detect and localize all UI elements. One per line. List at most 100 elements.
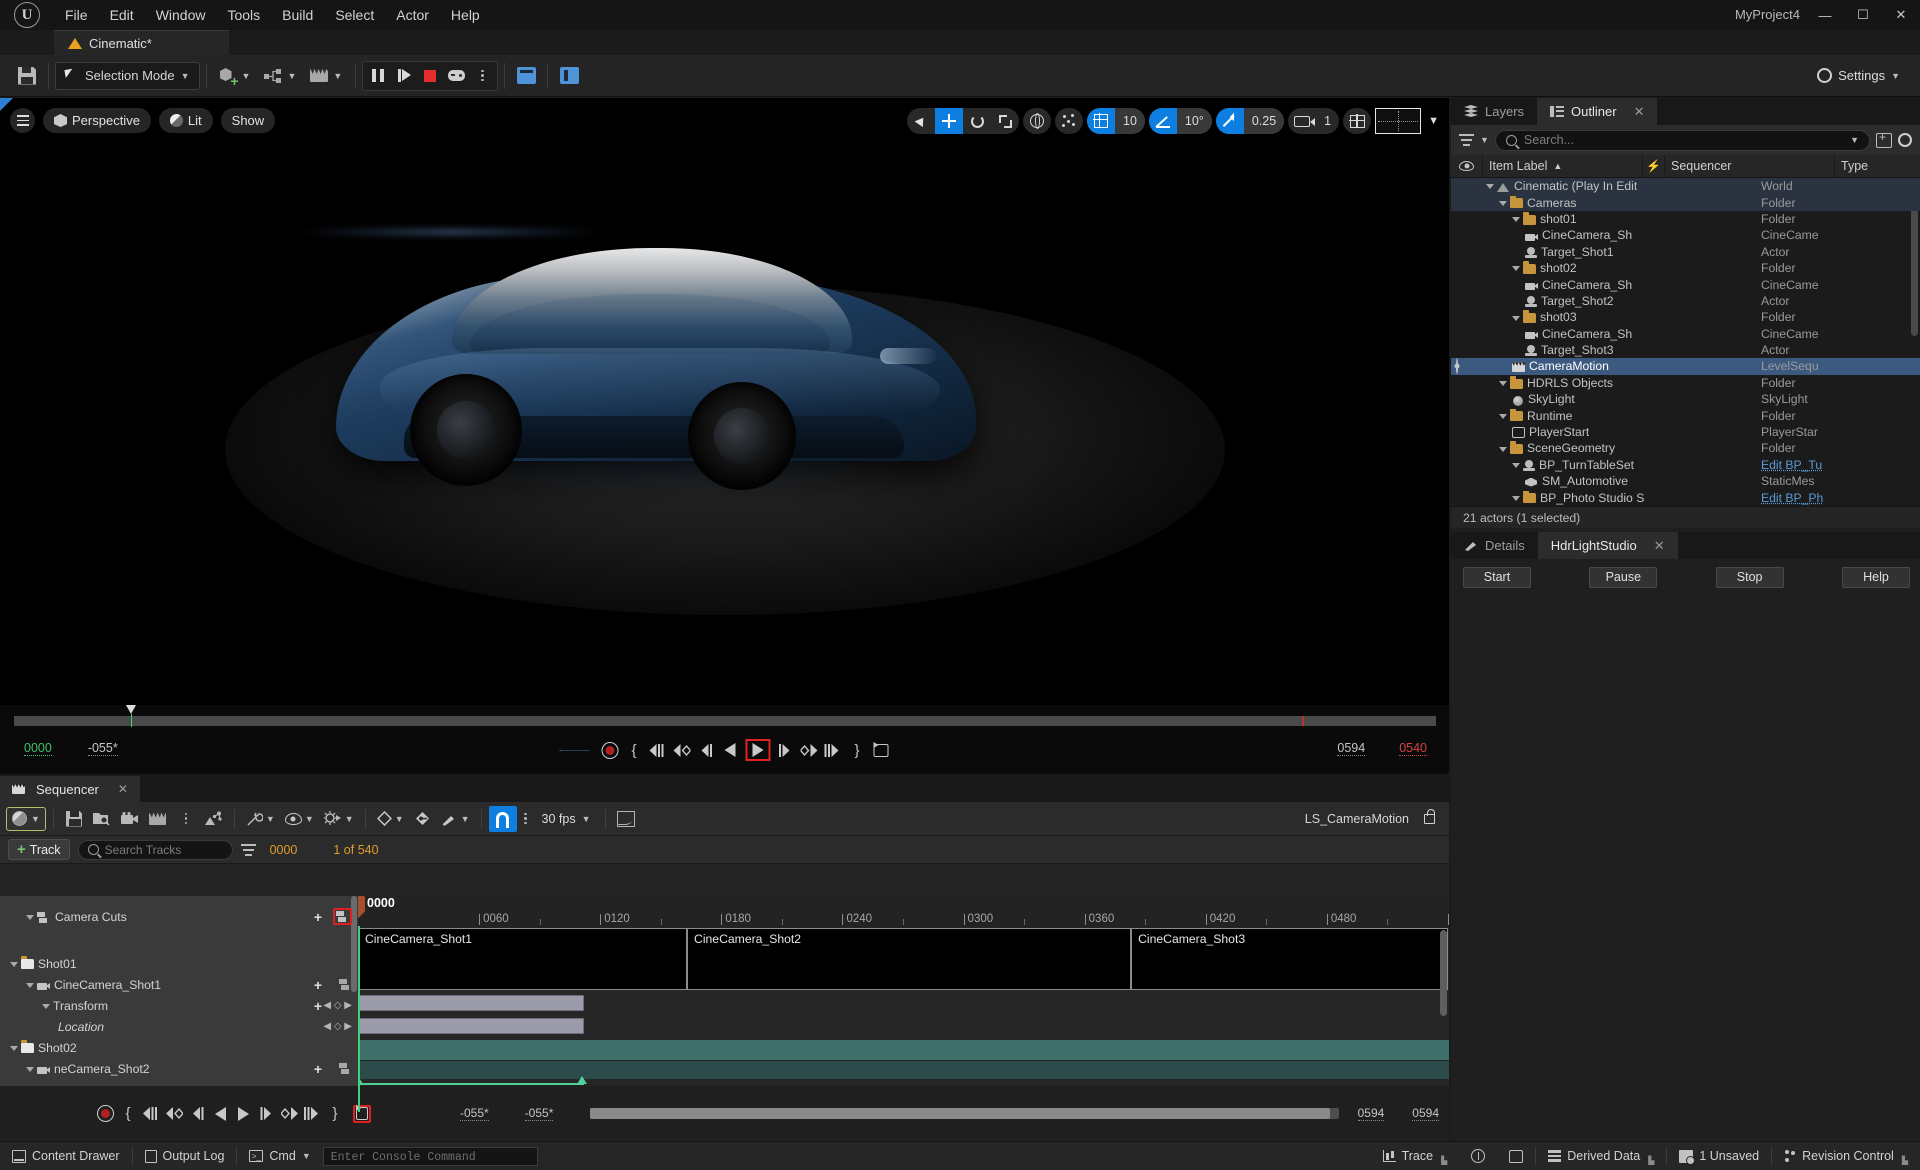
viewport-playhead[interactable]: [126, 705, 137, 727]
outliner-row[interactable]: Target_Shot3 Actor: [1451, 342, 1920, 358]
timeline-scrollbar[interactable]: [1440, 930, 1447, 1016]
camera-cut-section[interactable]: CineCamera_Shot3: [1131, 928, 1448, 990]
outliner-row[interactable]: SceneGeometry Folder: [1451, 440, 1920, 456]
sequencer-more-button[interactable]: [173, 806, 199, 832]
sequencer-save-button[interactable]: [61, 806, 87, 832]
performance-button[interactable]: [1459, 1142, 1497, 1170]
sequencer-timeline[interactable]: 060006001200180024003000360042004800540 …: [358, 896, 1449, 1112]
scale-snap-toggle[interactable]: [1215, 108, 1244, 134]
tab-outliner[interactable]: Outliner ✕: [1537, 98, 1658, 125]
content-drawer-button[interactable]: Content Drawer: [0, 1142, 132, 1170]
outliner-row[interactable]: SM_Automotive StaticMes: [1451, 473, 1920, 489]
start-button[interactable]: Start: [1463, 566, 1531, 588]
loop-button[interactable]: [872, 741, 890, 759]
previous-key-button[interactable]: [165, 1105, 183, 1123]
playback-options-button[interactable]: ▼: [320, 806, 358, 832]
chevron-down-icon[interactable]: ▼: [1850, 135, 1859, 145]
level-tab[interactable]: Cinematic*: [54, 30, 229, 55]
keyframe-marker[interactable]: [577, 1076, 587, 1084]
viewport-show-button[interactable]: Show: [220, 108, 276, 133]
jump-to-end-button[interactable]: }: [848, 741, 866, 759]
column-sequencer[interactable]: Sequencer: [1665, 154, 1835, 178]
viewport-end-frame[interactable]: 0594: [1337, 741, 1366, 756]
previous-frame-button[interactable]: [188, 1105, 206, 1123]
add-key-button[interactable]: +: [314, 909, 322, 925]
jump-to-start-button[interactable]: {: [119, 1105, 137, 1123]
outliner-row[interactable]: shot03 Folder: [1451, 309, 1920, 325]
unreal-engine-logo[interactable]: U: [0, 0, 54, 30]
next-section-button[interactable]: [824, 741, 842, 759]
menu-edit[interactable]: Edit: [99, 0, 145, 30]
level-viewport[interactable]: Perspective Lit Show 10 10° 0.25 1 ▼: [0, 98, 1449, 774]
pause-button[interactable]: [365, 63, 391, 89]
bolt-icon[interactable]: ⚡: [1646, 159, 1661, 173]
outliner-row[interactable]: Cinematic (Play In Edit World: [1451, 178, 1920, 195]
frame-advance-button[interactable]: [391, 63, 417, 89]
track-key-nav[interactable]: [339, 1063, 352, 1074]
close-button[interactable]: ✕: [1882, 0, 1920, 30]
create-camera-button[interactable]: [117, 806, 143, 832]
grid-snap-value[interactable]: 10: [1115, 108, 1145, 134]
outliner-row[interactable]: CameraMotion LevelSequ: [1451, 358, 1920, 375]
menu-help[interactable]: Help: [440, 0, 491, 30]
chevron-down-icon[interactable]: [10, 961, 18, 967]
chevron-down-icon[interactable]: [1512, 217, 1520, 223]
filter-icon[interactable]: [1459, 134, 1474, 146]
menu-tools[interactable]: Tools: [216, 0, 271, 30]
chevron-down-icon[interactable]: [1512, 495, 1520, 501]
screenshot-button[interactable]: [1497, 1142, 1535, 1170]
add-actor-button[interactable]: ▼: [213, 61, 258, 91]
outliner-row[interactable]: Cameras Folder: [1451, 194, 1920, 211]
tab-hdrlightstudio[interactable]: HdrLightStudio ✕: [1537, 532, 1678, 559]
maximize-button[interactable]: ☐: [1844, 0, 1882, 30]
minimize-button[interactable]: —: [1806, 0, 1844, 30]
add-key-button[interactable]: +: [314, 977, 322, 993]
chevron-down-icon[interactable]: [1499, 446, 1507, 452]
revision-control-button[interactable]: Revision Control ▙: [1772, 1142, 1920, 1170]
outliner-row[interactable]: BP_Photo Studio S Edit BP_Ph: [1451, 489, 1920, 505]
sequencer-playhead[interactable]: 0000: [358, 896, 395, 926]
close-icon[interactable]: ✕: [1634, 104, 1645, 120]
sequencer-track-area[interactable]: CineCamera_Shot1 CineCamera_Shot2 CineCame…: [358, 928, 1449, 1112]
menu-window[interactable]: Window: [145, 0, 217, 30]
chevron-down-icon[interactable]: [26, 982, 34, 988]
play-button[interactable]: [234, 1105, 252, 1123]
viewport-menu-button[interactable]: [10, 108, 35, 133]
chevron-down-icon[interactable]: ▼: [1428, 115, 1439, 127]
stop-button[interactable]: Stop: [1715, 566, 1784, 588]
sequencer-view-end[interactable]: 0594: [1357, 1106, 1385, 1121]
previous-section-button[interactable]: [142, 1105, 160, 1123]
chevron-down-icon[interactable]: [1512, 315, 1520, 321]
outliner-row[interactable]: PlayerStart PlayerStar: [1451, 424, 1920, 440]
sequencer-range-end[interactable]: 0594: [1412, 1106, 1439, 1121]
next-frame-button[interactable]: [257, 1105, 275, 1123]
search-tracks-input[interactable]: Search Tracks: [77, 839, 233, 860]
tab-details[interactable]: Details: [1451, 532, 1538, 559]
jump-to-start-button[interactable]: {: [625, 741, 643, 759]
snap-options-button[interactable]: [519, 806, 533, 832]
chevron-down-icon[interactable]: [1512, 266, 1520, 272]
sequencer-track-row[interactable]: Location ◀ ◇ ▶: [0, 1016, 358, 1037]
column-type[interactable]: Type: [1835, 155, 1920, 178]
blueprints-button[interactable]: ▼: [257, 61, 303, 91]
play-button[interactable]: [745, 739, 770, 761]
key-interpolation-button[interactable]: [410, 806, 436, 832]
play-options-button[interactable]: [469, 63, 495, 89]
pause-button[interactable]: Pause: [1589, 566, 1658, 588]
sequencer-track-row[interactable]: CineCamera_Shot1 +: [0, 974, 358, 995]
tab-layers[interactable]: Layers: [1451, 98, 1537, 125]
camera-cut-section[interactable]: CineCamera_Shot1: [358, 928, 688, 990]
record-button[interactable]: [96, 1105, 114, 1123]
track-key-nav[interactable]: [339, 979, 352, 990]
column-item-label[interactable]: Item Label ▲: [1483, 154, 1643, 178]
chevron-down-icon[interactable]: [42, 1003, 50, 1009]
select-tool-button[interactable]: [907, 108, 935, 134]
outliner-row[interactable]: Target_Shot1 Actor: [1451, 244, 1920, 260]
viewport-viewmode-button[interactable]: Lit: [158, 108, 213, 133]
outliner-row[interactable]: HDRLS Objects Folder: [1451, 375, 1920, 391]
search-input[interactable]: Search... ▼: [1494, 129, 1870, 151]
previous-section-button[interactable]: [649, 741, 667, 759]
menu-build[interactable]: Build: [271, 0, 324, 30]
outliner-row[interactable]: shot02 Folder: [1451, 260, 1920, 276]
outliner-row[interactable]: CineCamera_ShLS_CameraMotionCineCame: [1451, 227, 1920, 243]
